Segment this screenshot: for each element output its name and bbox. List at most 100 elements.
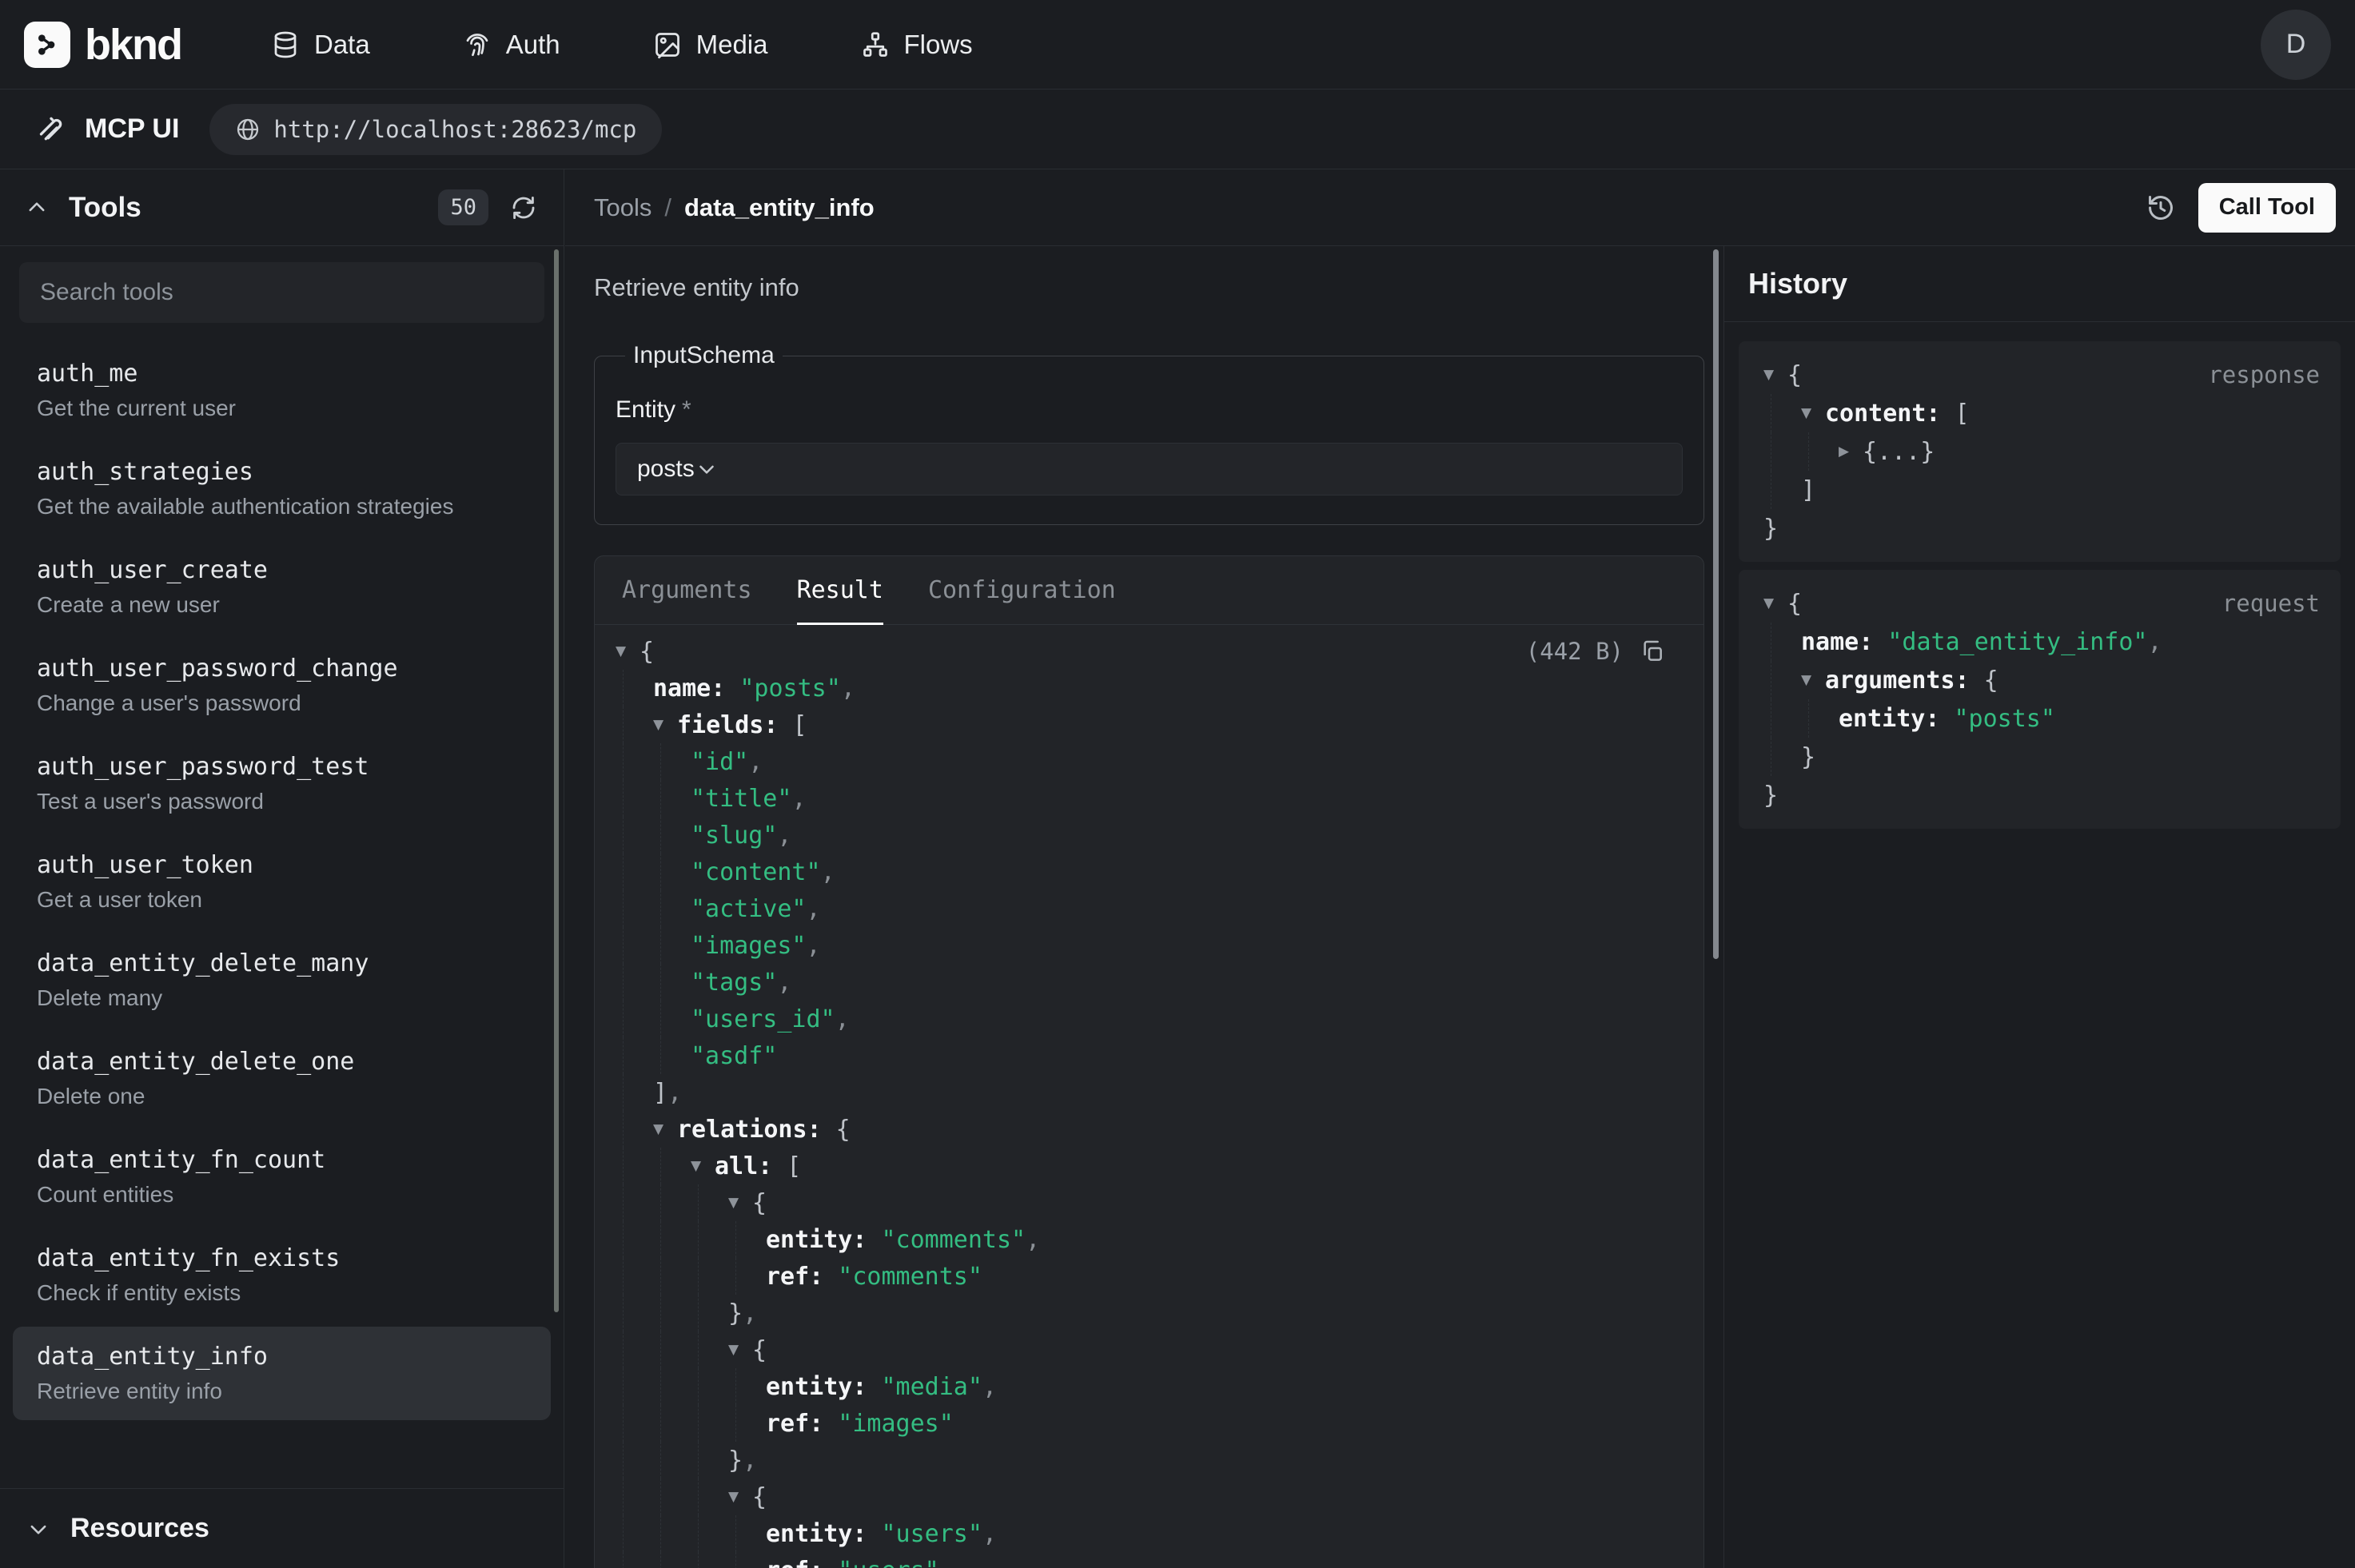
- indent-guide: [653, 1295, 691, 1331]
- json-bracket: }: [1801, 743, 1815, 771]
- nav-item-media[interactable]: Media: [653, 30, 768, 60]
- collapse-triangle-icon[interactable]: ▼: [1763, 367, 1787, 383]
- bknd-logo[interactable]: bknd: [24, 20, 181, 70]
- tool-list: auth_meGet the current userauth_strategi…: [0, 344, 564, 1420]
- tool-list-item[interactable]: auth_user_tokenGet a user token: [13, 835, 551, 929]
- indent-guide: [1763, 394, 1801, 432]
- breadcrumb-separator: /: [664, 193, 671, 222]
- json-comma: ,: [777, 969, 791, 997]
- history-icon[interactable]: [2146, 193, 2176, 223]
- json-key: all:: [715, 1152, 772, 1180]
- collapse-triangle-icon[interactable]: ▼: [728, 1342, 752, 1358]
- indent-guide: [653, 1442, 691, 1478]
- main-scrollbar-thumb[interactable]: [1713, 249, 1719, 959]
- collapse-triangle-icon[interactable]: ▼: [653, 717, 677, 733]
- breadcrumb-tools-link[interactable]: Tools: [594, 193, 652, 222]
- collapse-triangle-icon[interactable]: ▼: [653, 1121, 677, 1137]
- collapse-tools-chevron-up-icon[interactable]: [26, 197, 48, 219]
- result-card: Arguments Result Configuration ▼{(442 B)…: [594, 555, 1704, 1568]
- collapse-triangle-icon[interactable]: ▼: [1763, 595, 1787, 611]
- json-line: ref: "images": [616, 1405, 1665, 1442]
- collapse-triangle-icon[interactable]: ▼: [728, 1195, 752, 1211]
- indent-guide: [616, 854, 653, 890]
- tab-arguments[interactable]: Arguments: [622, 556, 752, 624]
- collapse-triangle-icon[interactable]: ▼: [616, 643, 640, 659]
- json-line: ]: [1751, 471, 2320, 509]
- json-comma: ,: [807, 932, 821, 960]
- json-string-value: "posts": [725, 675, 841, 702]
- tool-list-item[interactable]: data_entity_delete_oneDelete one: [13, 1032, 551, 1125]
- json-comma: ,: [807, 895, 821, 923]
- collapse-triangle-icon[interactable]: ▼: [1801, 405, 1825, 421]
- nav-item-data[interactable]: Data: [271, 30, 370, 60]
- expand-resources-chevron-down-icon[interactable]: [27, 1518, 50, 1540]
- nav-item-auth[interactable]: Auth: [463, 30, 560, 60]
- json-line: entity: "media",: [616, 1368, 1665, 1405]
- collapse-triangle-icon[interactable]: ▼: [728, 1489, 752, 1505]
- json-string-value: "active": [691, 895, 807, 923]
- mcp-url: http://localhost:28623/mcp: [273, 116, 636, 143]
- tool-list-item[interactable]: auth_user_createCreate a new user: [13, 540, 551, 634]
- json-line: "users_id",: [616, 1001, 1665, 1037]
- json-key: relations:: [677, 1116, 822, 1144]
- tool-list-item[interactable]: data_entity_delete_manyDelete many: [13, 933, 551, 1027]
- indent-guide: [616, 1295, 653, 1331]
- user-avatar[interactable]: D: [2261, 10, 2331, 80]
- tab-result[interactable]: Result: [797, 556, 883, 624]
- tool-list-item[interactable]: data_entity_infoRetrieve entity info: [13, 1327, 551, 1420]
- indent-guide: [1801, 699, 1839, 738]
- mcp-logo-icon: [35, 113, 67, 145]
- json-string-value: "posts": [1939, 705, 2055, 733]
- indent-guide: [653, 817, 691, 854]
- collapse-triangle-icon[interactable]: ▼: [1801, 672, 1825, 688]
- json-line: ▼{: [616, 1478, 1665, 1515]
- indent-guide: [616, 1148, 653, 1184]
- indent-guide: [691, 1442, 728, 1478]
- tools-sidebar: auth_meGet the current userauth_strategi…: [0, 246, 564, 1568]
- resources-section-header[interactable]: Resources: [0, 1488, 564, 1568]
- main-nav: Data Auth Media Flows: [271, 30, 973, 60]
- indent-guide: [653, 1184, 691, 1221]
- tool-list-item[interactable]: auth_user_password_testTest a user's pas…: [13, 737, 551, 830]
- tool-name: data_entity_delete_one: [37, 1048, 527, 1076]
- json-bracket: {: [640, 638, 654, 666]
- indent-guide: [653, 1001, 691, 1037]
- json-key: name:: [1801, 628, 1873, 656]
- sidebar-scrollbar-thumb[interactable]: [554, 249, 559, 1312]
- nav-label: Media: [696, 30, 768, 60]
- indent-guide: [616, 780, 653, 817]
- mcp-url-pill[interactable]: http://localhost:28623/mcp: [209, 104, 662, 155]
- tool-list-item[interactable]: auth_meGet the current user: [13, 344, 551, 437]
- expand-triangle-icon[interactable]: ▶: [1839, 444, 1863, 460]
- indent-guide: [616, 1074, 653, 1111]
- copy-icon[interactable]: [1640, 639, 1665, 664]
- indent-guide: [728, 1405, 766, 1442]
- nav-item-flows[interactable]: Flows: [861, 30, 973, 60]
- history-entry-type-label: request: [2222, 590, 2320, 617]
- search-tools-input[interactable]: [19, 279, 544, 306]
- json-string-value: "data_entity_info": [1873, 628, 2147, 656]
- fingerprint-icon: [463, 30, 492, 59]
- indent-guide: [691, 1221, 728, 1258]
- tool-detail-panel: Retrieve entity info InputSchema Entity*…: [565, 246, 1723, 1568]
- indent-guide: [616, 1258, 653, 1295]
- tool-list-item[interactable]: data_entity_fn_countCount entities: [13, 1130, 551, 1224]
- tool-list-item[interactable]: auth_strategiesGet the available authent…: [13, 442, 551, 535]
- indent-guide: [653, 1148, 691, 1184]
- indent-guide: [653, 1405, 691, 1442]
- json-bracket: {...}: [1863, 438, 1935, 466]
- tool-name: data_entity_info: [37, 1343, 527, 1371]
- tool-list-item[interactable]: auth_user_password_changeChange a user's…: [13, 639, 551, 732]
- collapse-triangle-icon[interactable]: ▼: [691, 1158, 715, 1174]
- refresh-tools-icon[interactable]: [509, 193, 538, 222]
- tab-configuration[interactable]: Configuration: [928, 556, 1116, 624]
- call-tool-button[interactable]: Call Tool: [2198, 183, 2336, 233]
- json-string-value: "id": [691, 748, 748, 776]
- entity-select[interactable]: posts: [616, 443, 1683, 495]
- json-string-value: "comments": [823, 1263, 982, 1291]
- json-line: entity: "comments",: [616, 1221, 1665, 1258]
- json-comma: ,: [743, 1299, 757, 1327]
- tool-list-item[interactable]: data_entity_fn_existsCheck if entity exi…: [13, 1228, 551, 1322]
- json-bracket: {: [752, 1189, 767, 1217]
- json-line: },: [616, 1442, 1665, 1478]
